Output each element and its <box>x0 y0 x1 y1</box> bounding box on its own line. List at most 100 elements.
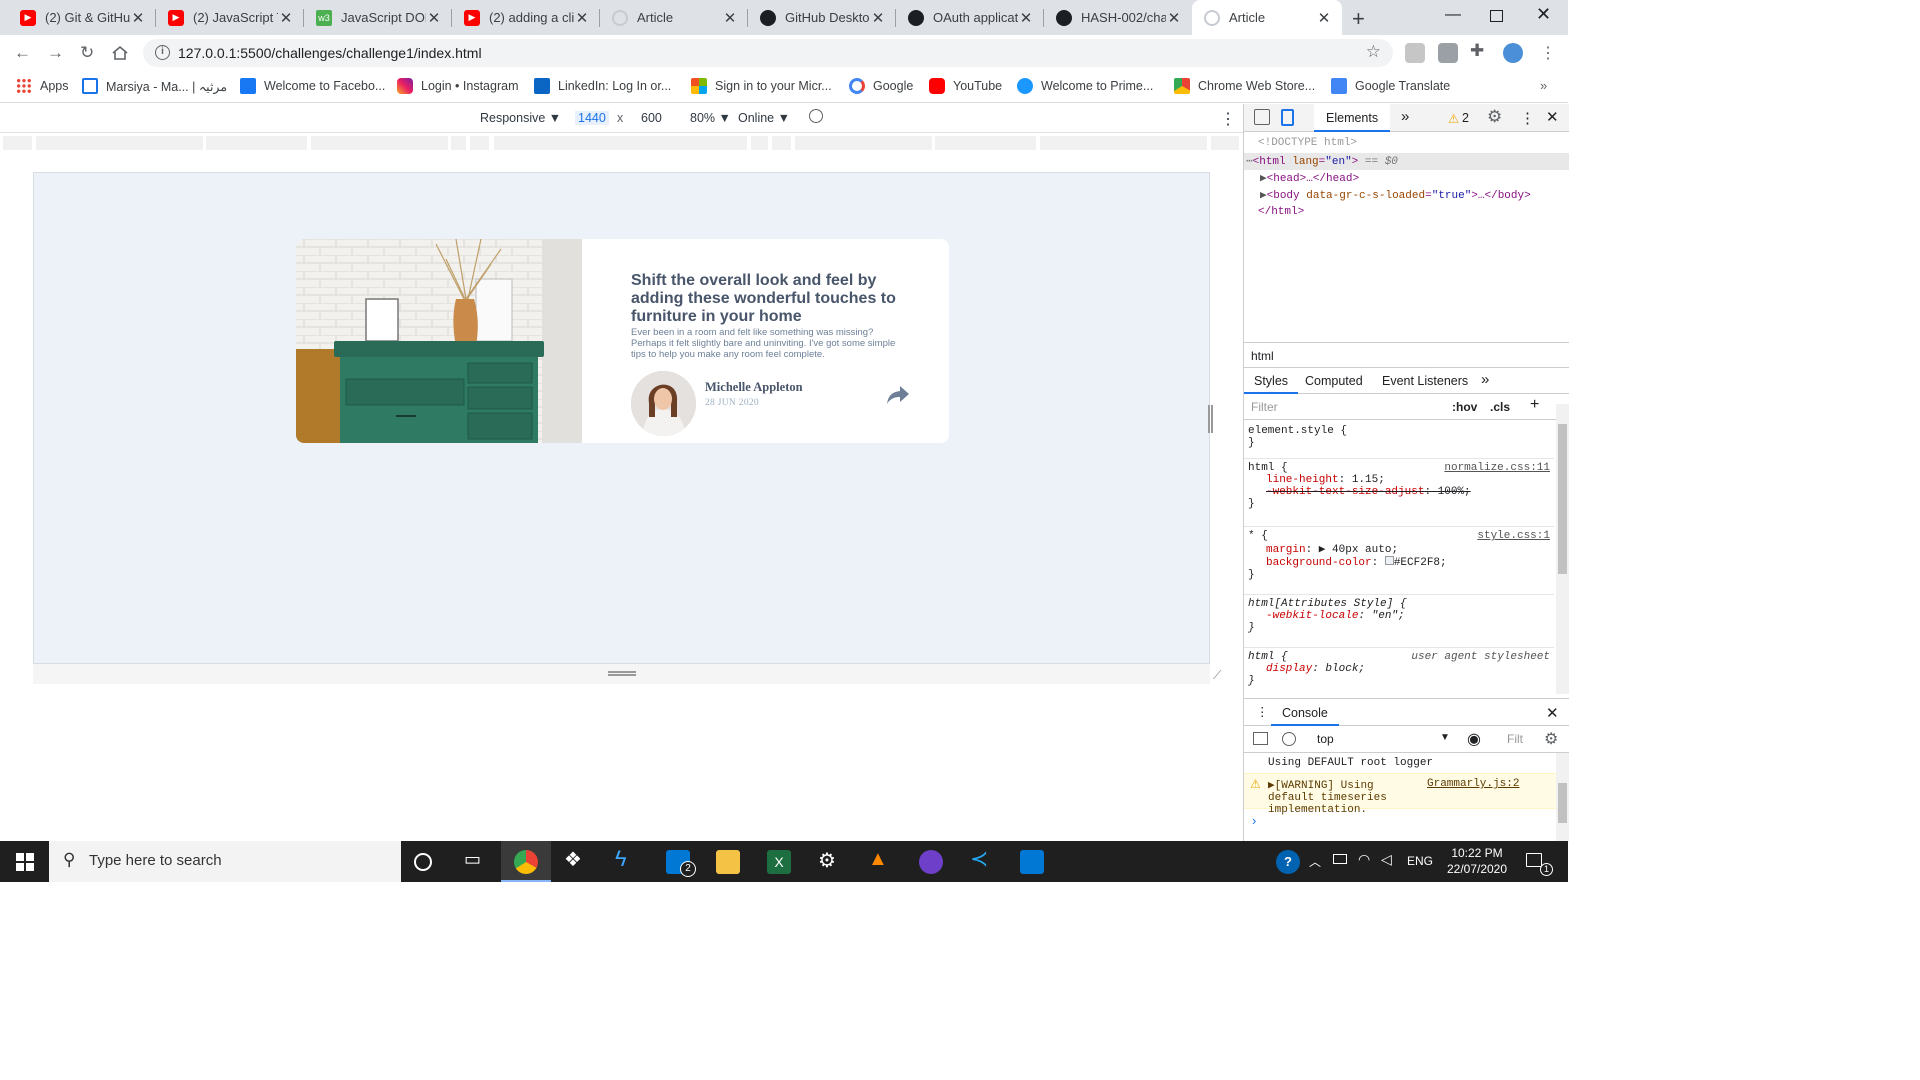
bookmark-prime[interactable]: Welcome to Prime... <box>1017 78 1153 94</box>
sidebar-toggle-icon[interactable] <box>1253 732 1268 745</box>
viewport-resize-handle-bottom[interactable] <box>608 671 636 676</box>
console-prompt-icon[interactable]: › <box>1252 813 1256 828</box>
taskbar-search[interactable]: ⚲ Type here to search <box>49 841 401 882</box>
bookmark-instagram[interactable]: Login • Instagram <box>397 78 519 94</box>
console-settings-icon[interactable]: ⚙ <box>1544 729 1558 749</box>
rule-style-star[interactable]: * { style.css:1 margin: ▶ 40px auto; bac… <box>1244 527 1554 595</box>
chevron-down-icon[interactable]: ▼ <box>1440 732 1450 743</box>
media-query-bar[interactable] <box>0 133 1243 153</box>
more-bookmarks-icon[interactable]: » <box>1540 78 1547 93</box>
minimize-icon[interactable]: — <box>1445 6 1461 24</box>
tab-6[interactable]: GitHub Desktop ✕ <box>748 0 896 35</box>
bookmark-linkedin[interactable]: LinkedIn: Log In or... <box>534 78 671 94</box>
home-icon[interactable] <box>111 45 129 61</box>
close-tab-icon[interactable]: ✕ <box>870 9 886 27</box>
styles-filter-input[interactable]: Filter <box>1251 400 1278 414</box>
cortana-icon[interactable] <box>414 853 432 871</box>
inspect-element-icon[interactable] <box>1254 109 1270 125</box>
context-select[interactable]: top <box>1317 732 1334 746</box>
device-mode-select[interactable]: Responsive ▼ <box>480 111 561 125</box>
console-scrollbar[interactable] <box>1556 753 1569 842</box>
tab-3[interactable]: w3 JavaScript DOM ✕ <box>304 0 452 35</box>
vlc-icon[interactable]: ▲ <box>868 848 892 872</box>
hov-toggle[interactable]: :hov <box>1452 400 1477 414</box>
system-clock[interactable]: 10:22 PM 22/07/2020 <box>1437 845 1517 877</box>
close-tab-icon[interactable]: ✕ <box>130 9 146 27</box>
vscode-icon[interactable]: ≺ <box>970 846 994 871</box>
close-tab-icon[interactable]: ✕ <box>278 9 294 27</box>
tab-2[interactable]: ▶ (2) JavaScript To ✕ <box>156 0 304 35</box>
task-view-icon[interactable]: ▭ <box>464 849 488 873</box>
address-bar[interactable]: i 127.0.0.1:5500/challenges/challenge1/i… <box>143 39 1393 67</box>
bookmark-youtube[interactable]: YouTube <box>929 78 1002 94</box>
dom-html-node[interactable]: ⋯<html lang="en"> == $0 <box>1246 154 1398 168</box>
back-icon[interactable]: ← <box>14 43 31 63</box>
reload-icon[interactable]: ↻ <box>80 43 94 63</box>
close-tab-icon[interactable]: ✕ <box>1018 9 1034 27</box>
tab-8[interactable]: HASH-002/chal ✕ <box>1044 0 1192 35</box>
styles-scrollbar[interactable] <box>1556 404 1569 694</box>
maximize-icon[interactable] <box>1490 10 1503 22</box>
close-tab-icon[interactable]: ✕ <box>574 9 590 27</box>
network-throttle-select[interactable]: Online ▼ <box>738 111 790 125</box>
action-center-icon[interactable] <box>1526 853 1542 867</box>
new-tab-button[interactable]: + <box>1352 6 1365 32</box>
breadcrumb-html[interactable]: html <box>1251 349 1274 363</box>
viewport-resize-handle-right[interactable] <box>1208 405 1213 433</box>
bookmark-apps[interactable]: Apps <box>16 78 69 94</box>
extension-icon[interactable] <box>1405 43 1425 63</box>
close-tab-icon[interactable]: ✕ <box>1316 9 1332 27</box>
github-desktop-icon[interactable] <box>919 850 943 874</box>
battery-icon[interactable] <box>1333 854 1347 864</box>
new-style-rule-icon[interactable]: + <box>1530 396 1539 414</box>
tab-computed[interactable]: Computed <box>1305 374 1363 388</box>
device-toggle-icon[interactable] <box>1281 109 1294 126</box>
eye-icon[interactable]: ◉ <box>1467 729 1481 749</box>
bookmark-translate[interactable]: Google Translate <box>1331 78 1450 94</box>
tab-elements[interactable]: Elements <box>1314 104 1391 132</box>
close-tab-icon[interactable]: ✕ <box>426 9 442 27</box>
chrome-icon[interactable] <box>514 850 538 874</box>
settings-gear-icon[interactable]: ⚙ <box>1487 107 1502 127</box>
rotate-icon[interactable] <box>809 109 823 123</box>
extension-icon[interactable] <box>1438 43 1458 63</box>
dom-body-node[interactable]: ▶<body data-gr-c-s-loaded="true">…</body… <box>1260 188 1531 202</box>
bookmark-web-store[interactable]: Chrome Web Store... <box>1174 78 1315 94</box>
site-info-icon[interactable]: i <box>155 45 170 60</box>
bookmark-google[interactable]: Google <box>849 78 913 94</box>
tab-7[interactable]: OAuth applicati ✕ <box>896 0 1044 35</box>
file-explorer-icon[interactable] <box>716 850 740 874</box>
color-swatch-icon[interactable] <box>1384 556 1394 565</box>
rule-attributes-style[interactable]: html[Attributes Style] { -webkit-locale:… <box>1244 595 1554 648</box>
device-toolbar-menu-icon[interactable]: ⋮ <box>1220 109 1236 129</box>
rule-source-link[interactable]: style.css:1 <box>1477 530 1550 542</box>
close-drawer-icon[interactable]: ✕ <box>1546 704 1559 722</box>
profile-avatar[interactable] <box>1503 43 1523 63</box>
tab-9-active[interactable]: Article ✕ <box>1192 0 1342 35</box>
bookmark-star-icon[interactable]: ☆ <box>1366 42 1381 62</box>
rule-normalize-html[interactable]: html { normalize.css:11 line-height: 1.1… <box>1244 459 1554 527</box>
clear-console-icon[interactable] <box>1282 732 1296 746</box>
viewport-width-input[interactable]: 1440 <box>575 111 609 125</box>
photos-icon[interactable] <box>1020 850 1044 874</box>
console-source-link[interactable]: Grammarly.js:2 <box>1427 778 1519 790</box>
tab-event-listeners[interactable]: Event Listeners <box>1382 374 1468 388</box>
puzzle-extensions-icon[interactable]: ✚ <box>1470 41 1490 61</box>
viewport-height-input[interactable]: 600 <box>641 111 662 125</box>
bookmark-microsoft[interactable]: Sign in to your Micr... <box>691 78 832 94</box>
bookmark-facebook[interactable]: Welcome to Facebo... <box>240 78 385 94</box>
dom-doctype[interactable]: <!DOCTYPE html> <box>1258 137 1357 149</box>
zoom-select[interactable]: 80% ▼ <box>690 111 731 125</box>
forward-icon[interactable]: → <box>47 43 64 63</box>
dom-html-close[interactable]: </html> <box>1258 206 1304 218</box>
help-icon[interactable]: ? <box>1276 850 1300 874</box>
console-filter-input[interactable]: Filt <box>1507 732 1523 746</box>
bookmark-marsiya[interactable]: Marsiya - Ma... | مرثیہ <box>82 78 227 94</box>
menu-kebab-icon[interactable]: ⋮ <box>1540 43 1556 63</box>
excel-icon[interactable]: X <box>767 850 791 874</box>
close-tab-icon[interactable]: ✕ <box>1166 9 1182 27</box>
share-icon[interactable] <box>886 384 910 406</box>
close-tab-icon[interactable]: ✕ <box>722 9 738 27</box>
more-subtabs-icon[interactable]: » <box>1481 371 1489 388</box>
warning-icon[interactable]: ⚠ <box>1448 111 1459 126</box>
